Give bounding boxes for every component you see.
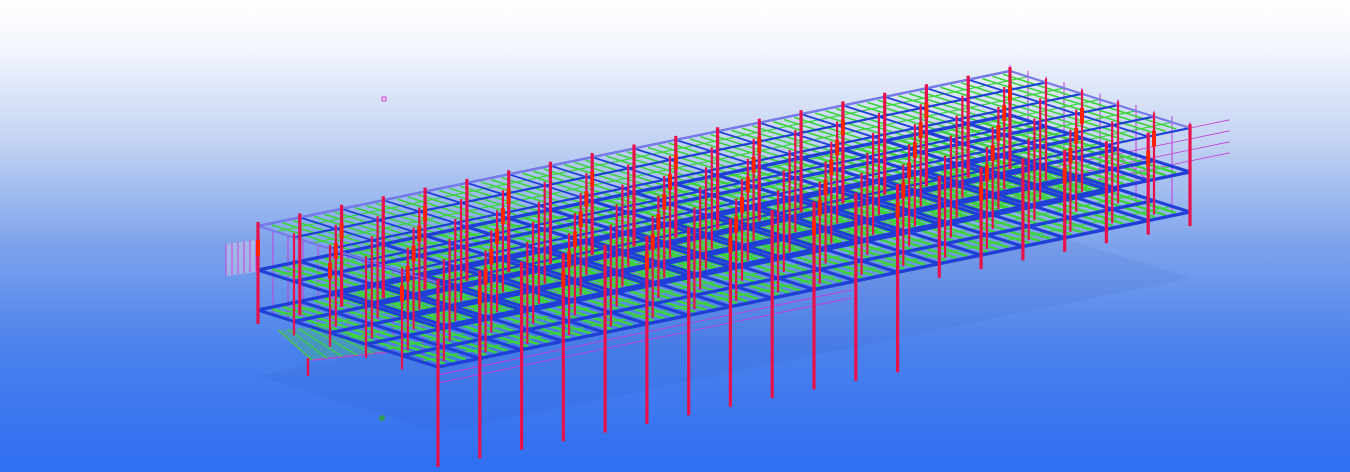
- stair-platform: [226, 240, 256, 276]
- connection-plate: [907, 162, 912, 179]
- connection-plate: [572, 231, 577, 248]
- pink-marker-icon: [381, 96, 387, 102]
- connection-plate: [1146, 150, 1151, 167]
- connection-plate: [734, 216, 739, 233]
- connection-plate: [489, 248, 494, 265]
- facade-rail: [1189, 130, 1230, 140]
- connection-plate: [996, 125, 1001, 141]
- connection-plate: [817, 199, 822, 216]
- connection-plate: [256, 240, 260, 256]
- connection-plate: [895, 202, 900, 219]
- connection-plate: [578, 211, 583, 228]
- facade-rail: [1189, 119, 1230, 129]
- connection-plate: [656, 213, 661, 230]
- connection-plate: [728, 236, 733, 253]
- connection-plate: [477, 288, 482, 305]
- connection-plate: [483, 268, 488, 285]
- connection-plate: [990, 145, 995, 161]
- connection-plate: [912, 142, 917, 159]
- connection-plate: [590, 171, 595, 188]
- connection-plate: [495, 228, 500, 245]
- connection-plate: [751, 156, 756, 173]
- connection-plate: [745, 176, 750, 193]
- connection-plate: [979, 185, 984, 202]
- connection-plate: [823, 179, 828, 196]
- connection-plate: [840, 119, 845, 136]
- 3d-model-viewport[interactable]: [0, 0, 1350, 472]
- connection-plate: [423, 205, 428, 222]
- connection-plate: [901, 182, 906, 199]
- facade-rail: [1189, 152, 1230, 162]
- steel-structure-model[interactable]: [0, 0, 1350, 472]
- connection-plate: [584, 191, 589, 208]
- connection-plate: [673, 153, 678, 170]
- connection-plate: [1008, 85, 1012, 101]
- connection-plate: [1080, 107, 1084, 124]
- connection-plate: [328, 262, 332, 279]
- connection-plate: [1074, 127, 1079, 144]
- green-marker-icon: [379, 415, 385, 421]
- connection-plate: [411, 245, 416, 262]
- connection-plate: [835, 139, 840, 156]
- connection-plate: [405, 265, 410, 282]
- connection-plate: [757, 136, 762, 153]
- connection-plate: [740, 196, 744, 213]
- connection-plate: [650, 233, 655, 250]
- facade-rail: [1189, 141, 1230, 151]
- connection-plate: [1002, 105, 1007, 121]
- connection-plate: [918, 122, 923, 139]
- connection-plate: [339, 222, 344, 239]
- connection-plate: [829, 159, 834, 176]
- connection-plate: [1062, 167, 1067, 184]
- connection-plate: [1152, 130, 1156, 147]
- connection-plate: [506, 188, 511, 205]
- connection-plate: [1068, 147, 1073, 164]
- connection-plate: [924, 102, 929, 119]
- connection-plate: [561, 271, 566, 288]
- connection-plate: [668, 173, 672, 190]
- connection-plate: [567, 251, 572, 268]
- connection-plate: [662, 193, 667, 210]
- connection-plate: [400, 285, 404, 302]
- connection-plate: [500, 208, 505, 225]
- connection-plate: [644, 253, 649, 270]
- connection-plate: [417, 225, 422, 242]
- connection-plate: [812, 219, 816, 236]
- connection-plate: [333, 242, 338, 259]
- connection-plate: [984, 165, 989, 181]
